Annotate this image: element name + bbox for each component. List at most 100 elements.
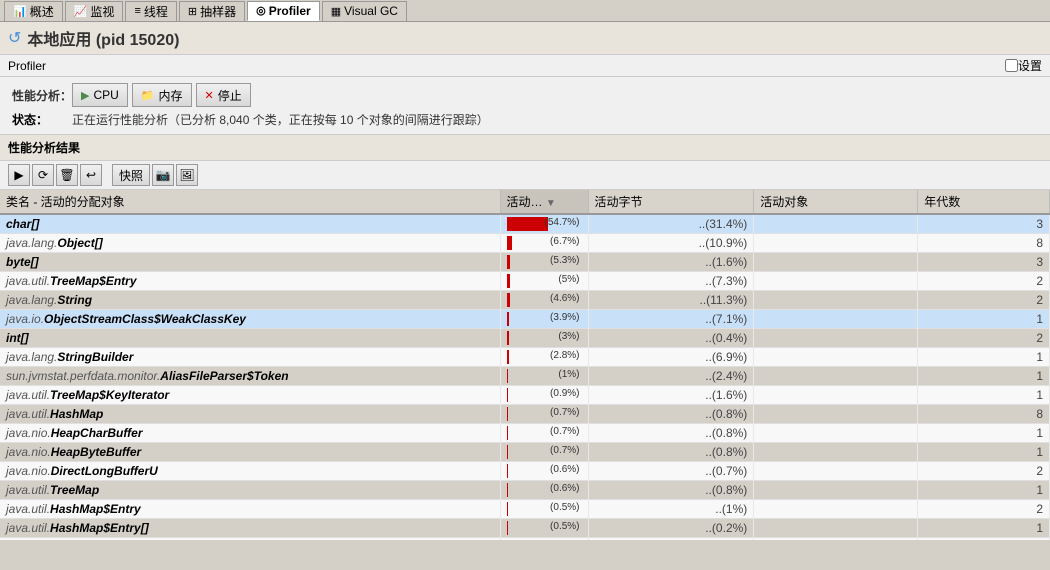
col-active-bar[interactable]: 活动… ▼ (500, 190, 588, 214)
gen-cell: 2 (918, 462, 1050, 481)
settings-checkbox[interactable] (1005, 59, 1018, 72)
active-bytes-cell: ..(0.7%) (588, 538, 754, 541)
active-bytes-cell: ..(2.4%) (588, 367, 754, 386)
table-row[interactable]: java.util.HashMap$Entry[](0.5%)..(0.2%)1 (0, 519, 1050, 538)
active-bytes-cell: ..(0.8%) (588, 481, 754, 500)
table-row[interactable]: java.util.TreeMap(0.6%)..(0.8%)1 (0, 481, 1050, 500)
active-objects-cell (754, 291, 918, 310)
profiler-icon: ◎ (256, 4, 266, 17)
tab-sampler[interactable]: ⊞ 抽样器 (179, 1, 245, 21)
table-row[interactable]: java.util.TreeMap$KeyIterator(0.9%)..(1.… (0, 386, 1050, 405)
class-name-text: AliasFileParser$Token (160, 369, 288, 383)
table-row[interactable]: java.nio.DirectLongBufferU(0.6%)..(0.7%)… (0, 462, 1050, 481)
col-active-bytes[interactable]: 活动字节 (588, 190, 754, 214)
class-prefix: java.nio. (6, 426, 51, 440)
gen-cell: 2 (918, 329, 1050, 348)
active-objects-cell (754, 348, 918, 367)
toolbar-export-btn[interactable]: 📷 (152, 164, 174, 186)
table-row[interactable]: java.io.ObjectStreamClass$WeakClassKey(3… (0, 310, 1050, 329)
table-row[interactable]: java.lang.Object[](6.7%)..(10.9%)8 (0, 234, 1050, 253)
tab-sampler-label: 抽样器 (200, 3, 236, 20)
active-objects-cell (754, 538, 918, 541)
tab-monitor[interactable]: 📈 监视 (65, 1, 124, 21)
table-row[interactable]: java.nio.HeapCharBuffer(0.7%)..(0.8%)1 (0, 424, 1050, 443)
sampler-icon: ⊞ (188, 5, 197, 18)
gen-cell: 1 (918, 519, 1050, 538)
col-active-objects[interactable]: 活动对象 (754, 190, 918, 214)
col-gen[interactable]: 年代数 (918, 190, 1050, 214)
class-name-text: HeapCharBuffer (51, 426, 143, 440)
table-header-row: 类名 - 活动的分配对象 活动… ▼ 活动字节 活动对象 年代数 (0, 190, 1050, 214)
toolbar-back-btn[interactable]: ↩ (80, 164, 102, 186)
gen-cell: 2 (918, 272, 1050, 291)
snapshot-button[interactable]: 快照 (112, 164, 150, 186)
active-objects-cell (754, 500, 918, 519)
bar-cell: (0.5%) (500, 500, 588, 519)
table-row[interactable]: java.util.TreeMap$Entry(5%)..(7.3%)2 (0, 272, 1050, 291)
col-class-label: 类名 - 活动的分配对象 (6, 195, 125, 209)
active-bytes-cell: ..(7.1%) (588, 310, 754, 329)
bar-label: (2.8%) (550, 350, 581, 361)
bar-cell: (0.7%) (500, 424, 588, 443)
class-prefix: java.util. (6, 502, 50, 516)
tab-overview[interactable]: 📊 概述 (4, 1, 63, 21)
visualgc-icon: ▦ (331, 5, 341, 18)
col-class[interactable]: 类名 - 活动的分配对象 (0, 190, 500, 214)
active-bytes-cell: ..(1.6%) (588, 386, 754, 405)
bar-label: (1%) (558, 369, 581, 380)
gen-cell: 1 (918, 443, 1050, 462)
memory-btn-label: 内存 (159, 87, 183, 104)
table-row[interactable]: java.lang.StringBuilder(2.8%)..(6.9%)1 (0, 348, 1050, 367)
class-name-text: HashMap$Entry (50, 502, 141, 516)
results-table-container[interactable]: 类名 - 活动的分配对象 活动… ▼ 活动字节 活动对象 年代数 char[](… (0, 190, 1050, 540)
table-row[interactable]: int[](3%)..(0.4%)2 (0, 329, 1050, 348)
tab-profiler[interactable]: ◎ Profiler (247, 1, 320, 21)
class-prefix: java.util. (6, 521, 50, 535)
perf-analysis-section: 性能分析： ▶ CPU 📁 内存 ✕ 停止 状态： 正在运行性能分析（已分析 8… (0, 77, 1050, 135)
active-bytes-cell: ..(0.8%) (588, 424, 754, 443)
active-bytes-cell: ..(0.2%) (588, 519, 754, 538)
snapshot-btn-label: 快照 (119, 167, 143, 184)
table-row[interactable]: sun.jvmstat.perfdata.monitor.PerfLongMon… (0, 538, 1050, 541)
perf-buttons-row: 性能分析： ▶ CPU 📁 内存 ✕ 停止 (12, 83, 1038, 107)
active-objects-cell (754, 462, 918, 481)
bar-label: (3%) (558, 331, 581, 342)
table-row[interactable]: java.nio.HeapByteBuffer(0.7%)..(0.8%)1 (0, 443, 1050, 462)
table-row[interactable]: char[](54.7%)..(31.4%)3 (0, 214, 1050, 234)
perf-analysis-label: 性能分析： (12, 87, 72, 104)
refresh-icon[interactable]: ↺ (8, 28, 21, 48)
toolbar-clear-btn[interactable]: 🗑 (56, 164, 78, 186)
status-label: 状态： (12, 111, 72, 128)
class-name-text: HeapByteBuffer (51, 445, 141, 459)
toolbar-import-btn[interactable]: 🖼 (176, 164, 198, 186)
tab-visualgc[interactable]: ▦ Visual GC (322, 1, 407, 21)
toolbar-run2-btn[interactable]: ⟳ (32, 164, 54, 186)
active-objects-cell (754, 367, 918, 386)
table-row[interactable]: byte[](5.3%)..(1.6%)3 (0, 253, 1050, 272)
profiler-label: Profiler (8, 59, 46, 73)
cpu-button[interactable]: ▶ CPU (72, 83, 128, 107)
cpu-btn-label: CPU (93, 88, 118, 102)
class-prefix: java.util. (6, 483, 50, 497)
tab-threads-label: 线程 (144, 3, 168, 20)
class-name-text: ObjectStreamClass$WeakClassKey (44, 312, 246, 326)
table-row[interactable]: java.util.HashMap(0.7%)..(0.8%)8 (0, 405, 1050, 424)
bar-label: (5.3%) (550, 255, 581, 266)
gen-cell: 1 (918, 481, 1050, 500)
tab-visualgc-label: Visual GC (344, 4, 398, 18)
table-row[interactable]: sun.jvmstat.perfdata.monitor.AliasFilePa… (0, 367, 1050, 386)
tab-threads[interactable]: ≡ 线程 (125, 1, 176, 21)
table-row[interactable]: java.lang.String(4.6%)..(11.3%)2 (0, 291, 1050, 310)
memory-button[interactable]: 📁 内存 (132, 83, 192, 107)
active-bytes-cell: ..(1%) (588, 500, 754, 519)
table-row[interactable]: java.util.HashMap$Entry(0.5%)..(1%)2 (0, 500, 1050, 519)
class-prefix: java.nio. (6, 464, 51, 478)
toolbar-run-btn[interactable]: ▶ (8, 164, 30, 186)
active-objects-cell (754, 519, 918, 538)
sort-arrow-icon: ▼ (546, 198, 556, 209)
bar-cell: (1%) (500, 367, 588, 386)
stop-button[interactable]: ✕ 停止 (196, 83, 251, 107)
col-gen-label: 年代数 (924, 195, 960, 209)
active-bytes-cell: ..(31.4%) (588, 214, 754, 234)
class-name-text: StringBuilder (57, 350, 133, 364)
